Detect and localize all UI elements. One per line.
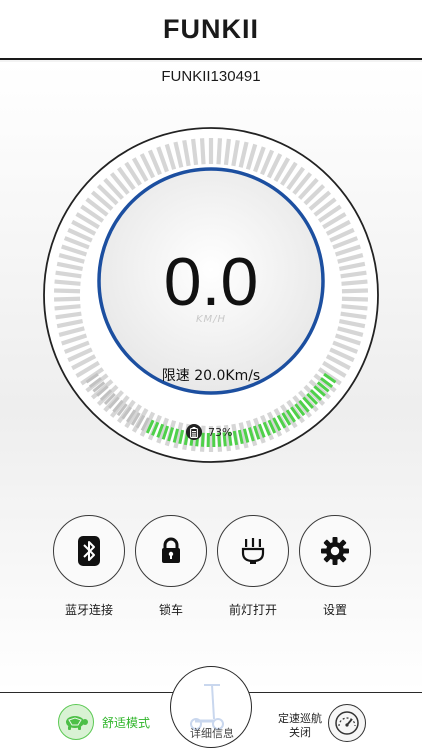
cruise-state: 关闭 xyxy=(289,726,311,739)
battery-icon xyxy=(186,424,202,440)
turtle-icon xyxy=(58,704,94,740)
gauge-tick xyxy=(191,138,199,166)
speed-unit: KM/H xyxy=(195,314,227,325)
settings-button[interactable]: 设置 xyxy=(298,515,372,618)
ride-mode-button[interactable]: 舒适模式 xyxy=(58,704,150,740)
settings-label: 设置 xyxy=(322,603,347,617)
bluetooth-button[interactable]: 蓝牙连接 xyxy=(52,515,126,618)
bluetooth-icon xyxy=(78,536,100,566)
speed-limit: 限速 20.0Km/s xyxy=(161,368,261,384)
headlight-icon xyxy=(241,538,265,564)
speedometer-icon xyxy=(335,711,359,735)
battery-percent: 73% xyxy=(208,425,233,439)
gear-icon xyxy=(321,537,349,565)
gauge-tick xyxy=(216,138,223,165)
details-button[interactable]: 详细信息 xyxy=(170,666,252,748)
headlight-label: 前灯打开 xyxy=(228,603,277,617)
headlight-button[interactable]: 前灯打开 xyxy=(216,515,290,618)
details-label: 详细信息 xyxy=(190,727,234,740)
lock-label: 锁车 xyxy=(158,603,183,617)
headlight-button-circle[interactable] xyxy=(217,515,289,587)
bluetooth-button-circle[interactable] xyxy=(53,515,125,587)
battery-indicator: 73% xyxy=(186,424,232,440)
lock-button[interactable]: 锁车 xyxy=(134,515,208,618)
gauge-tick xyxy=(199,138,206,165)
settings-button-circle[interactable] xyxy=(299,515,371,587)
lock-button-circle[interactable] xyxy=(135,515,207,587)
cruise-control-label[interactable]: 定速巡航 关闭 xyxy=(272,712,328,740)
ride-mode-label: 舒适模式 xyxy=(102,715,151,730)
control-buttons: 蓝牙连接 锁车 前灯打开 设置 xyxy=(52,515,372,625)
cruise-title: 定速巡航 xyxy=(278,712,322,725)
bluetooth-label: 蓝牙连接 xyxy=(64,603,113,617)
cruise-control-button[interactable] xyxy=(328,704,366,742)
lock-icon xyxy=(162,537,180,563)
speed-value: 0.0 xyxy=(163,244,259,320)
gauge-tick xyxy=(223,138,231,166)
